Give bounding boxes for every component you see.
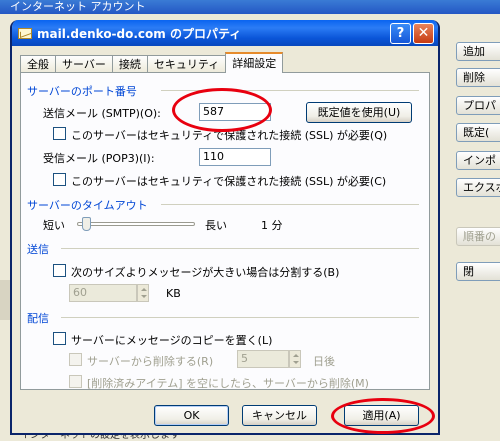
cancel-button[interactable]: キャンセル bbox=[242, 405, 317, 426]
tab-connection[interactable]: 接続 bbox=[111, 55, 148, 73]
tab-strip: 全般 サーバー 接続 セキュリティ 詳細設定 bbox=[20, 52, 284, 73]
pop3-port-input[interactable]: 110 bbox=[199, 148, 271, 166]
background-default-button[interactable]: 既定( bbox=[456, 123, 500, 142]
timeout-value: 1 分 bbox=[261, 219, 283, 232]
timeout-section-divider bbox=[161, 204, 419, 205]
remove-days-spinner[interactable] bbox=[289, 350, 301, 368]
timeout-slider-track[interactable] bbox=[77, 222, 195, 226]
remove-after-checkbox[interactable] bbox=[69, 353, 82, 366]
background-properties-button[interactable]: プロパ bbox=[456, 96, 500, 115]
split-size-spinner[interactable] bbox=[137, 284, 149, 302]
split-size-input[interactable]: 60 bbox=[69, 284, 137, 302]
timeout-section-title: サーバーのタイムアウト bbox=[27, 199, 148, 212]
close-button[interactable]: ✕ bbox=[413, 22, 434, 44]
split-message-checkbox[interactable] bbox=[53, 264, 66, 277]
background-order-button[interactable]: 順番の bbox=[456, 227, 500, 246]
tab-general[interactable]: 全般 bbox=[20, 55, 56, 73]
send-section-title: 送信 bbox=[27, 243, 49, 256]
pop3-ssl-label: このサーバーはセキュリティで保護された接続 (SSL) が必要(C) bbox=[71, 175, 387, 188]
tab-advanced[interactable]: 詳細設定 bbox=[225, 52, 284, 73]
apply-button[interactable]: 適用(A) bbox=[344, 405, 419, 426]
split-message-label: 次のサイズよりメッセージが大きい場合は分割する(B) bbox=[71, 266, 340, 279]
help-button[interactable]: ? bbox=[390, 22, 411, 44]
split-size-unit: KB bbox=[166, 287, 181, 300]
timeout-slider-thumb[interactable] bbox=[82, 217, 92, 231]
delivery-section-divider bbox=[61, 317, 419, 318]
background-export-button[interactable]: エクスポ bbox=[456, 178, 500, 197]
keep-copy-label: サーバーにメッセージのコピーを置く(L) bbox=[71, 334, 273, 347]
port-section-divider bbox=[161, 90, 419, 91]
background-close-button[interactable]: 閉 bbox=[456, 262, 500, 281]
background-window-title: インターネット アカウント bbox=[0, 0, 500, 14]
port-section-title: サーバーのポート番号 bbox=[27, 85, 137, 98]
advanced-tab-panel: サーバーのポート番号 送信メール (SMTP)(O): 587 既定値を使用(U… bbox=[20, 72, 430, 390]
dialog-titlebar: mail.denko-do.com のプロパティ ? ✕ bbox=[12, 20, 438, 46]
dialog-title: mail.denko-do.com のプロパティ bbox=[37, 26, 242, 41]
smtp-port-input[interactable]: 587 bbox=[199, 103, 271, 121]
pop3-port-label: 受信メール (POP3)(I): bbox=[43, 152, 155, 165]
remove-on-trash-label: [削除済みアイテム] を空にしたら、サーバーから削除(M) bbox=[87, 377, 369, 390]
ok-button[interactable]: OK bbox=[154, 405, 229, 426]
background-add-button[interactable]: 追加 bbox=[456, 42, 500, 61]
remove-on-trash-checkbox[interactable] bbox=[69, 375, 82, 388]
smtp-ssl-label: このサーバーはセキュリティで保護された接続 (SSL) が必要(Q) bbox=[71, 129, 388, 142]
remove-after-label: サーバーから削除する(R) bbox=[87, 355, 214, 368]
pop3-ssl-checkbox[interactable] bbox=[53, 173, 66, 186]
background-delete-button[interactable]: 削除 bbox=[456, 68, 500, 87]
delivery-section-title: 配信 bbox=[27, 312, 49, 325]
tab-security[interactable]: セキュリティ bbox=[146, 55, 227, 73]
smtp-ssl-checkbox[interactable] bbox=[53, 127, 66, 140]
background-import-button[interactable]: インポ bbox=[456, 151, 500, 170]
remove-days-input[interactable]: 5 bbox=[237, 350, 289, 368]
smtp-port-label: 送信メール (SMTP)(O): bbox=[43, 107, 161, 120]
send-section-divider bbox=[61, 248, 419, 249]
timeout-long-label: 長い bbox=[205, 219, 227, 232]
tab-servers[interactable]: サーバー bbox=[55, 55, 113, 73]
mail-icon bbox=[18, 27, 32, 39]
timeout-short-label: 短い bbox=[43, 219, 65, 232]
remove-days-unit: 日後 bbox=[313, 355, 335, 368]
properties-dialog: mail.denko-do.com のプロパティ ? ✕ 全般 サーバー 接続 … bbox=[10, 20, 440, 435]
use-defaults-button[interactable]: 既定値を使用(U) bbox=[306, 102, 412, 123]
keep-copy-checkbox[interactable] bbox=[53, 332, 66, 345]
